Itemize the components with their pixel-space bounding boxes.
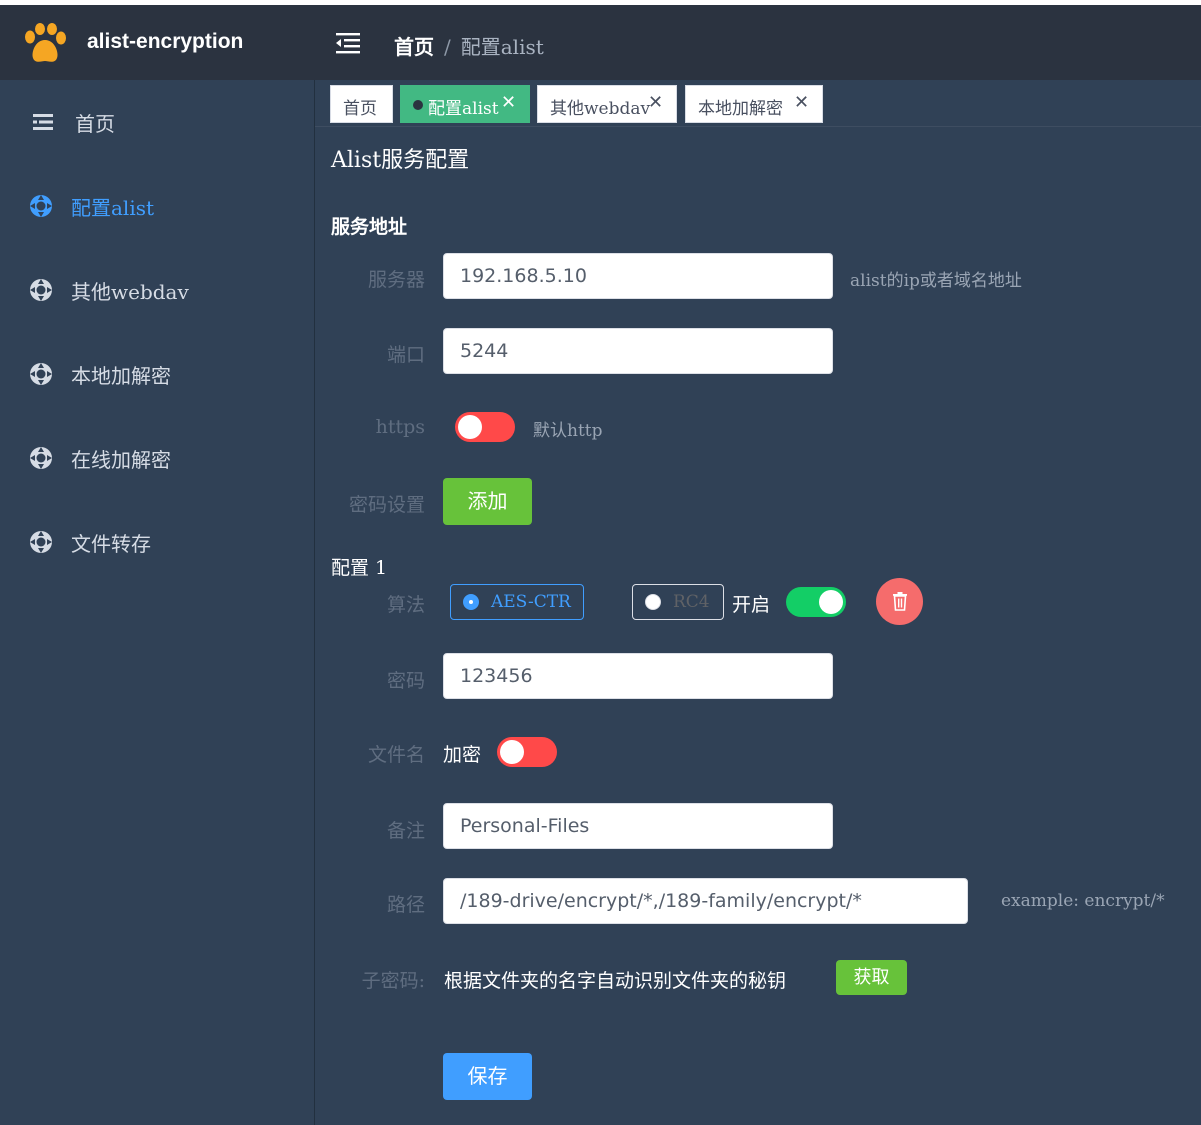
app-title: alist-encryption (87, 30, 244, 53)
note-label: 备注 (386, 820, 425, 842)
delete-config-button[interactable] (876, 578, 923, 625)
tab-local-crypt[interactable]: 本地加解密 ✕ (685, 85, 823, 123)
sidebar-item-other-webdav[interactable]: 其他webdav (0, 260, 314, 320)
page-title: Alist服务配置 (331, 148, 470, 173)
radio-aes-ctr[interactable]: AES-CTR (450, 584, 584, 620)
paw-icon (25, 23, 66, 62)
lifebuoy-icon (30, 447, 52, 469)
server-hint: alist的ip或者域名地址 (850, 271, 1022, 291)
sidebar-item-label: 首页 (75, 112, 115, 136)
sidebar-item-label: 配置alist (71, 196, 155, 220)
menu-icon (33, 114, 53, 130)
password-settings-label: 密码设置 (348, 494, 425, 516)
lifebuoy-icon (30, 279, 52, 301)
menu-fold-icon[interactable] (334, 30, 362, 56)
sidebar: 首页 配置alist 其他webdav 本地加解密 在线加解密 文件转存 (0, 80, 315, 1125)
sidebar-item-label: 在线加解密 (71, 448, 171, 472)
https-label: https (375, 416, 425, 438)
close-icon[interactable]: ✕ (794, 92, 809, 113)
note-input[interactable]: Personal-Files (443, 803, 833, 849)
port-label: 端口 (386, 344, 425, 366)
close-icon[interactable]: ✕ (501, 92, 516, 113)
switch-knob (500, 740, 524, 764)
tab-other-webdav[interactable]: 其他webdav ✕ (537, 85, 677, 123)
main-content: 首页 配置alist ✕ 其他webdav ✕ 本地加解密 ✕ Alist服务配… (315, 80, 1201, 1125)
sidebar-item-file-transfer[interactable]: 文件转存 (0, 512, 314, 572)
sidebar-item-label: 其他webdav (71, 280, 189, 304)
top-header: alist-encryption 首页 / 配置alist (0, 5, 1201, 80)
radio-rc4[interactable]: RC4 (632, 584, 724, 620)
algo-label: 算法 (386, 594, 425, 616)
breadcrumb-current: 配置alist (460, 35, 544, 59)
radio-label: RC4 (673, 592, 710, 612)
server-label: 服务器 (367, 269, 425, 291)
tab-label: 本地加解密 (698, 99, 783, 119)
tab-label: 首页 (343, 99, 377, 119)
breadcrumb-home[interactable]: 首页 (394, 35, 434, 59)
tags-view: 首页 配置alist ✕ 其他webdav ✕ 本地加解密 ✕ (315, 80, 1201, 127)
radio-checked-icon (463, 594, 479, 610)
sidebar-item-config-alist[interactable]: 配置alist (0, 176, 314, 236)
sidebar-item-online-crypt[interactable]: 在线加解密 (0, 428, 314, 488)
fetch-button[interactable]: 获取 (836, 960, 907, 995)
radio-label: AES-CTR (491, 592, 571, 612)
filename-encrypt-switch[interactable] (497, 737, 557, 767)
tab-home[interactable]: 首页 (330, 85, 393, 123)
https-switch[interactable] (455, 412, 515, 442)
lifebuoy-icon (30, 363, 52, 385)
password-label: 密码 (386, 670, 425, 692)
lifebuoy-icon (30, 531, 52, 553)
switch-knob (458, 415, 482, 439)
password-input[interactable]: 123456 (443, 653, 833, 699)
sidebar-item-home[interactable]: 首页 (0, 92, 314, 152)
tab-config-alist[interactable]: 配置alist ✕ (400, 85, 530, 123)
save-button[interactable]: 保存 (443, 1053, 532, 1100)
breadcrumb: 首页 / 配置alist (394, 31, 544, 60)
section-title: 服务地址 (331, 216, 408, 238)
breadcrumb-separator: / (444, 35, 451, 59)
close-icon[interactable]: ✕ (648, 92, 663, 113)
enable-label: 开启 (732, 594, 771, 616)
filename-label: 文件名 (367, 744, 425, 766)
tab-label: 其他webdav (550, 99, 651, 119)
trash-icon (893, 592, 907, 611)
lifebuoy-icon (30, 195, 52, 217)
radio-unchecked-icon (645, 594, 661, 610)
switch-knob (819, 590, 843, 614)
path-input[interactable]: /189-drive/encrypt/*,/189-family/encrypt… (443, 878, 968, 924)
https-hint: 默认http (533, 421, 603, 441)
sidebar-item-local-crypt[interactable]: 本地加解密 (0, 344, 314, 404)
add-button[interactable]: 添加 (443, 478, 532, 525)
subkey-description: 根据文件夹的名字自动识别文件夹的秘钥 (444, 970, 787, 992)
path-label: 路径 (386, 894, 425, 916)
server-input[interactable]: 192.168.5.10 (443, 253, 833, 299)
port-input[interactable]: 5244 (443, 328, 833, 374)
config-title: 配置 1 (331, 557, 388, 579)
active-dot-icon (413, 100, 423, 110)
sidebar-item-label: 文件转存 (71, 532, 151, 556)
enable-switch[interactable] (786, 587, 846, 617)
tab-label: 配置alist (428, 99, 499, 119)
path-hint: example: encrypt/* (1001, 891, 1165, 911)
filename-encrypt-label: 加密 (443, 744, 482, 766)
subkey-label: 子密码: (361, 970, 425, 992)
sidebar-item-label: 本地加解密 (71, 364, 171, 388)
